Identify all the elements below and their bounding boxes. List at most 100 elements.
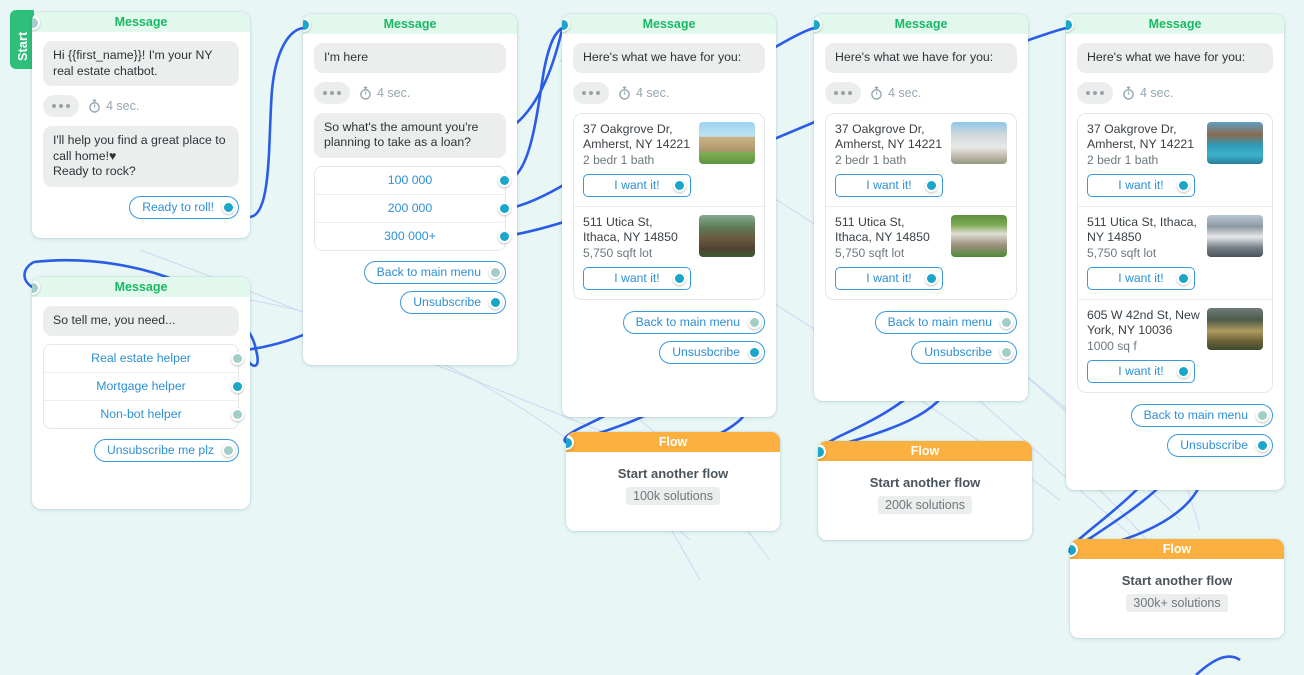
quick-replies: Back to main menu Unsubscribe	[1077, 403, 1273, 464]
card-results-100k[interactable]: Message Here's what we have for you: 4 s…	[562, 14, 776, 417]
card-welcome[interactable]: Message Hi {{first_name}}! I'm your NY r…	[32, 12, 250, 238]
card-results-200k[interactable]: Message Here's what we have for you: 4 s…	[814, 14, 1028, 401]
property-cta-knob[interactable]	[1177, 364, 1190, 378]
quick-reply-knob[interactable]	[489, 265, 502, 279]
message-bubble: Hi {{first_name}}! I'm your NY real esta…	[43, 41, 239, 86]
option-200000[interactable]: 200 000	[315, 195, 511, 223]
card-input-knob[interactable]	[562, 17, 570, 32]
quick-reply-knob[interactable]	[1256, 408, 1269, 422]
quick-reply-back-to-main-menu[interactable]: Back to main menu	[622, 310, 765, 334]
gallery-item[interactable]: 511 Utica St, Ithaca, NY 14850 5,750 sqf…	[1078, 207, 1272, 300]
quick-reply-knob[interactable]	[1256, 438, 1269, 452]
property-cta-label: I want it!	[1118, 270, 1164, 285]
card-input-knob[interactable]	[32, 280, 40, 295]
stopwatch-icon	[359, 86, 372, 100]
card-input-knob[interactable]	[814, 17, 822, 32]
option-label: 200 000	[387, 200, 433, 215]
property-cta-button[interactable]: I want it!	[1087, 359, 1195, 383]
property-title: 37 Oakgrove Dr, Amherst, NY 14221	[835, 121, 943, 151]
option-non-bot-helper[interactable]: Non-bot helper	[44, 401, 244, 428]
quick-reply-unsubscribe[interactable]: Unsubscribe	[400, 290, 506, 314]
property-cta-knob[interactable]	[1177, 178, 1190, 192]
card-body: So tell me, you need... Real estate help…	[32, 297, 250, 509]
card-body: Start another flow 200k solutions	[818, 461, 1032, 540]
card-results-300k[interactable]: Message Here's what we have for you: 4 s…	[1066, 14, 1284, 490]
quick-reply-knob[interactable]	[1000, 345, 1013, 359]
property-cta-knob[interactable]	[673, 178, 686, 192]
option-real-estate-helper[interactable]: Real estate helper	[44, 345, 244, 373]
message-bubble: Here's what we have for you:	[825, 43, 1017, 73]
quick-reply-knob[interactable]	[222, 443, 235, 457]
option-knob[interactable]	[231, 379, 244, 393]
property-cta-button[interactable]: I want it!	[835, 266, 943, 290]
quick-reply-knob[interactable]	[748, 315, 761, 329]
quick-reply-unsubscribe[interactable]: Unsubscribe	[1167, 433, 1273, 457]
stopwatch-icon	[88, 99, 101, 113]
option-knob[interactable]	[231, 407, 244, 421]
property-cta-knob[interactable]	[1177, 271, 1190, 285]
quick-reply-back-to-main-menu[interactable]: Back to main menu	[1130, 403, 1273, 427]
property-subtitle: 2 bedr 1 bath	[835, 152, 907, 167]
card-loan-amount[interactable]: Message I'm here 4 sec. So what's the am…	[303, 14, 517, 365]
option-knob[interactable]	[231, 351, 244, 365]
card-input-knob[interactable]	[566, 435, 574, 450]
card-header-label: Message	[383, 17, 437, 31]
quick-reply-label: Back to main menu	[1143, 407, 1248, 422]
gallery-item[interactable]: 37 Oakgrove Dr, Amherst, NY 14221 2 bedr…	[826, 114, 1016, 207]
card-input-knob[interactable]	[1066, 17, 1074, 32]
message-bubble: So what's the amount you're planning to …	[314, 112, 506, 158]
card-input-knob[interactable]	[303, 17, 311, 32]
property-cta-knob[interactable]	[673, 271, 686, 285]
gallery-item[interactable]: 605 W 42nd St, New York, NY 10036 1000 s…	[1078, 300, 1272, 392]
typing-indicator-icon	[573, 81, 609, 104]
property-cta-button[interactable]: I want it!	[583, 173, 691, 197]
start-tab[interactable]: Start	[10, 10, 34, 69]
property-cta-button[interactable]: I want it!	[1087, 173, 1195, 197]
property-cta-knob[interactable]	[925, 271, 938, 285]
card-flow-300k[interactable]: Flow Start another flow 300k+ solutions	[1070, 539, 1284, 638]
quick-reply-unsubscribe-me-plz[interactable]: Unsubscribe me plz	[93, 438, 239, 462]
option-100000[interactable]: 100 000	[315, 167, 511, 195]
quick-reply-knob[interactable]	[1000, 315, 1013, 329]
gallery-item[interactable]: 511 Utica St, Ithaca, NY 14850 5,750 sqf…	[826, 207, 1016, 299]
gallery-item[interactable]: 511 Utica St, Ithaca, NY 14850 5,750 sqf…	[574, 207, 764, 299]
option-300000plus[interactable]: 300 000+	[315, 223, 511, 250]
quick-reply-unsubscribe[interactable]: Unsubscribe	[911, 340, 1017, 364]
quick-reply-back-to-main-menu[interactable]: Back to main menu	[874, 310, 1017, 334]
property-cta-button[interactable]: I want it!	[835, 173, 943, 197]
card-input-knob[interactable]	[32, 15, 40, 30]
option-mortgage-helper[interactable]: Mortgage helper	[44, 373, 244, 401]
message-bubble: I'm here	[314, 43, 506, 73]
option-knob[interactable]	[498, 201, 511, 215]
card-main-menu[interactable]: Message So tell me, you need... Real est…	[32, 277, 250, 509]
card-flow-200k[interactable]: Flow Start another flow 200k solutions	[818, 441, 1032, 540]
option-knob[interactable]	[498, 229, 511, 243]
property-cta-button[interactable]: I want it!	[583, 266, 691, 290]
gallery-item[interactable]: 37 Oakgrove Dr, Amherst, NY 14221 2 bedr…	[574, 114, 764, 207]
quick-replies: Back to main menu Unsubscribe	[314, 260, 506, 321]
card-body: Hi {{first_name}}! I'm your NY real esta…	[32, 32, 250, 238]
quick-reply-knob[interactable]	[222, 200, 235, 214]
quick-reply-knob[interactable]	[748, 345, 761, 359]
gallery-item[interactable]: 37 Oakgrove Dr, Amherst, NY 14221 2 bedr…	[1078, 114, 1272, 207]
option-label: Real estate helper	[91, 350, 191, 365]
card-input-knob[interactable]	[1070, 542, 1078, 557]
property-cta-knob[interactable]	[925, 178, 938, 192]
property-cta-label: I want it!	[866, 177, 912, 192]
quick-reply-back-to-main-menu[interactable]: Back to main menu	[363, 260, 506, 284]
card-header-flow: Flow	[1070, 539, 1284, 559]
card-flow-100k[interactable]: Flow Start another flow 100k solutions	[566, 432, 780, 531]
card-body: Start another flow 100k solutions	[566, 452, 780, 531]
quick-reply-unsubscribe[interactable]: Unsusbcribe	[659, 340, 765, 364]
quick-reply-ready-to-roll[interactable]: Ready to roll!	[129, 195, 239, 219]
quick-reply-knob[interactable]	[489, 295, 502, 309]
property-subtitle: 1000 sq f	[1087, 338, 1137, 353]
property-cta-button[interactable]: I want it!	[1087, 266, 1195, 290]
property-cta-label: I want it!	[866, 270, 912, 285]
quick-reply-label: Unsubscribe	[1180, 437, 1248, 452]
card-input-knob[interactable]	[818, 444, 826, 459]
message-bubble: So tell me, you need...	[43, 306, 239, 336]
option-list: Real estate helper Mortgage helper Non-b…	[43, 343, 244, 429]
flow-canvas[interactable]: Start Message Hi {{first_name}}! I'm you…	[0, 0, 1304, 675]
option-knob[interactable]	[498, 173, 511, 187]
